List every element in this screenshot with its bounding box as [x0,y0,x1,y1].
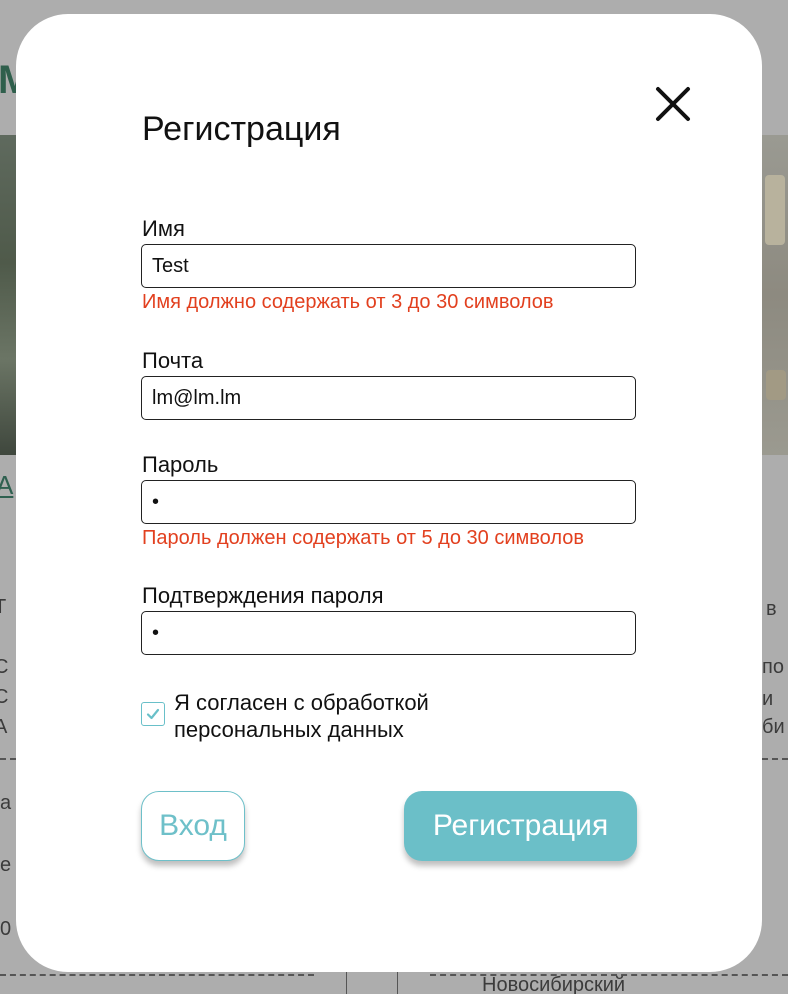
banner-image-right [762,135,788,455]
password-input[interactable] [141,480,636,524]
confirm-password-input[interactable] [141,611,636,655]
name-error: Имя должно содержать от 3 до 30 символов [142,291,554,313]
bg-text-fragment: е [0,854,12,876]
bg-text-fragment: А [0,716,8,738]
background-link: А [0,470,14,500]
password-label: Пароль [142,452,219,477]
email-input[interactable] [141,376,636,420]
banner-image-left [0,135,16,455]
divider [397,972,398,994]
password-error: Пароль должен содержать от 5 до 30 симво… [142,527,584,549]
divider [0,758,16,760]
bg-text-fragment: Т [0,596,7,618]
check-icon [146,708,160,720]
confirm-password-label: Подтверждения пароля [142,583,384,608]
modal-title: Регистрация [142,110,341,148]
login-button[interactable]: Вход [141,791,245,861]
bg-text-fragment: С [0,656,9,678]
divider [346,972,347,994]
name-input[interactable] [141,244,636,288]
close-icon [656,87,690,121]
registration-modal: Регистрация Имя Имя должно содержать от … [16,14,762,972]
divider [0,974,314,976]
bg-city-text: Новосибирский [482,974,626,994]
close-button[interactable] [653,84,693,124]
name-label: Имя [142,216,185,241]
bg-text-fragment: 0 [0,918,12,940]
divider [762,758,788,760]
consent-label[interactable]: Я согласен с обработкой персональных дан… [174,689,494,743]
register-button[interactable]: Регистрация [404,791,637,861]
bg-text-fragment: и [762,688,774,710]
consent-checkbox[interactable] [141,702,165,726]
bg-text-fragment: по [762,656,784,678]
bg-text-fragment: в [766,598,777,620]
email-label: Почта [142,348,204,373]
bg-text-fragment: би [762,716,785,738]
bg-text-fragment: а [0,792,12,814]
bg-text-fragment: С [0,686,9,708]
